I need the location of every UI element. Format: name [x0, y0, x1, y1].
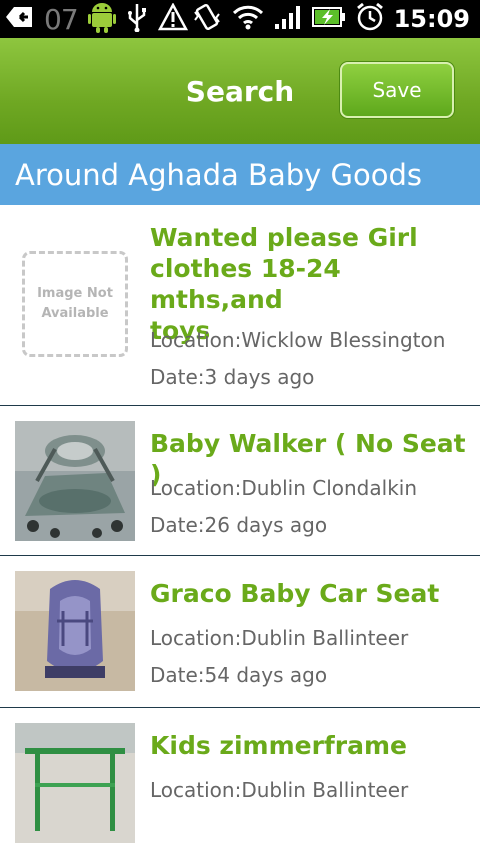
list-item[interactable]: Graco Baby Car Seat Location:Dublin Ball… — [0, 556, 480, 708]
title-bar: Search Save — [0, 38, 480, 144]
item-date: Date:3 days ago — [150, 365, 315, 389]
list-item[interactable]: Kids zimmerframe Location:Dublin Ballint… — [0, 708, 480, 843]
status-bar: 07 15:09 — [0, 0, 480, 38]
item-location: Location:Dublin Ballinteer — [150, 778, 409, 802]
item-date: Date:54 days ago — [150, 663, 328, 687]
item-date: Date:26 days ago — [150, 513, 328, 537]
item-location: Location:Dublin Clondalkin — [150, 476, 418, 500]
warning-icon — [157, 2, 188, 35]
back-arrow-icon — [6, 5, 34, 33]
list-item[interactable]: Baby Walker ( No Seat ) Location:Dublin … — [0, 406, 480, 556]
item-thumbnail — [15, 723, 135, 843]
vibrate-icon — [192, 2, 222, 36]
save-button[interactable]: Save — [340, 62, 454, 118]
signal-icon — [274, 4, 302, 34]
search-criteria-text: Around Aghada Baby Goods — [15, 158, 422, 192]
item-location: Location:Wicklow Blessington — [150, 328, 446, 352]
android-icon — [87, 1, 116, 37]
item-thumbnail — [15, 571, 135, 691]
item-thumbnail — [15, 421, 135, 541]
search-criteria-banner: Around Aghada Baby Goods — [0, 144, 480, 205]
clock: 15:09 — [393, 5, 470, 33]
wifi-icon — [232, 4, 264, 34]
item-title-line: Wanted please Girl — [150, 223, 418, 252]
image-placeholder: Image Not Available — [22, 251, 128, 357]
battery-charging-icon — [311, 6, 346, 32]
alarm-clock-icon — [356, 2, 384, 36]
notification-count: 07 — [44, 2, 79, 36]
usb-icon — [126, 2, 148, 36]
list-item[interactable]: Image Not Available Wanted please Girl c… — [0, 205, 480, 406]
results-list: Image Not Available Wanted please Girl c… — [0, 205, 480, 843]
item-title: Kids zimmerframe — [150, 731, 408, 760]
item-location: Location:Dublin Ballinteer — [150, 626, 409, 650]
item-title-line: clothes 18-24 mths,and — [150, 254, 341, 314]
item-title: Graco Baby Car Seat — [150, 579, 440, 608]
